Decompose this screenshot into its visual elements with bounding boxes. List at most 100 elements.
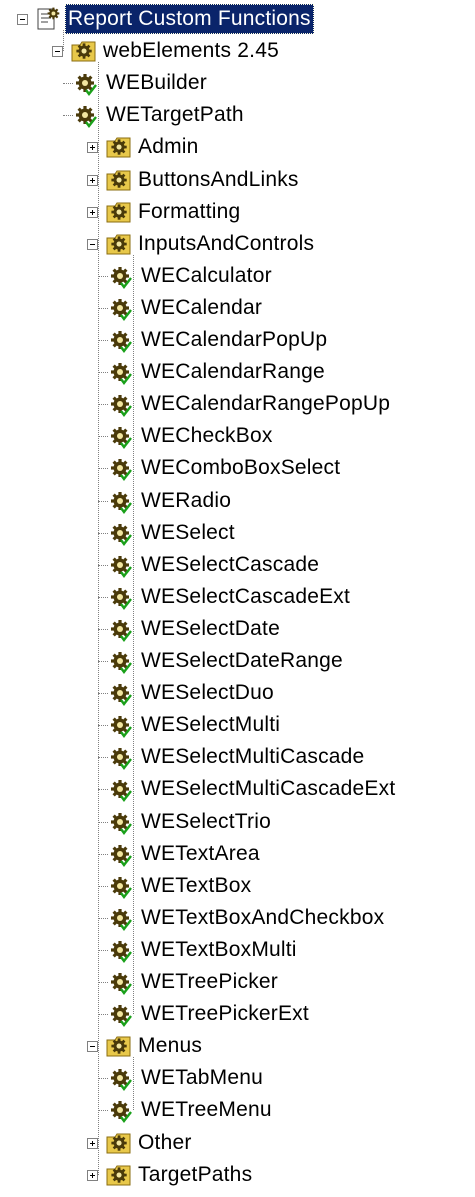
folder-gear-icon [71,38,97,64]
tree-node-label[interactable]: WECalendar [138,293,265,323]
tree-node-label[interactable]: WESelectMultiCascade [138,742,367,772]
tree-node-label[interactable]: TargetPaths [135,1160,255,1190]
tree-node-wecheckbox[interactable]: WECheckBox [0,421,475,451]
tree-node-label[interactable]: InputsAndControls [135,229,317,259]
expand-toggle-icon[interactable] [87,174,98,186]
tree-node-other[interactable]: Other [0,1128,475,1158]
tree-node-weradio[interactable]: WERadio [0,486,475,516]
function-gear-icon [107,327,133,353]
tree-node-wecalendarrangepopup[interactable]: WECalendarRangePopUp [0,389,475,419]
tree-node-wetextboxandcheckbox[interactable]: WETextBoxAndCheckbox [0,903,475,933]
function-gear-icon [107,680,133,707]
report-functions-icon [36,6,62,32]
tree-node-label[interactable]: Report Custom Functions [65,4,314,34]
tree-node-label[interactable]: WEComboBoxSelect [138,453,343,483]
collapse-toggle-icon[interactable] [52,46,63,58]
tree-node-wetextbox[interactable]: WETextBox [0,871,475,901]
function-gear-icon [107,295,133,321]
function-gear-icon [107,488,133,514]
tree-node-weselecttrio[interactable]: WESelectTrio [0,807,475,837]
function-gear-icon [107,1065,133,1092]
tree-node-buttonsandlinks[interactable]: ButtonsAndLinks [0,165,475,195]
tree-node-wetabmenu[interactable]: WETabMenu [0,1063,475,1093]
function-gear-icon [107,552,133,578]
custom-functions-tree[interactable]: Report Custom Functions webElements 2.45 W… [0,0,475,1186]
folder-gear-icon [106,1033,132,1059]
tree-node-weselectmulticascade[interactable]: WESelectMultiCascade [0,742,475,772]
tree-node-wetreemenu[interactable]: WETreeMenu [0,1095,475,1125]
expand-toggle-icon[interactable] [87,142,98,154]
function-gear-icon [72,102,98,129]
tree-node-admin[interactable]: Admin [0,132,475,162]
tree-node-wecalendarrange[interactable]: WECalendarRange [0,357,475,387]
expand-toggle-icon[interactable] [87,1137,98,1149]
tree-node-wetreepickerext[interactable]: WETreePickerExt [0,999,475,1029]
tree-node-label[interactable]: WETreeMenu [138,1095,275,1125]
tree-node-wetreepicker[interactable]: WETreePicker [0,967,475,997]
tree-node-label[interactable]: WECalendarRange [138,357,328,387]
tree-node-label[interactable]: WESelectMultiCascadeExt [138,774,398,804]
tree-node-label[interactable]: WERadio [138,486,234,516]
tree-node-wetextarea[interactable]: WETextArea [0,839,475,869]
tree-node-label[interactable]: WESelectMulti [138,710,283,740]
tree-node-wetargetpath[interactable]: WETargetPath [0,100,475,130]
tree-node-wetextboxmulti[interactable]: WETextBoxMulti [0,935,475,965]
tree-node-label[interactable]: WESelectCascadeExt [138,582,353,612]
tree-node-menus[interactable]: Menus [0,1031,475,1061]
tree-node-weselectmulticascadeext[interactable]: WESelectMultiCascadeExt [0,774,475,804]
tree-node-webuilder[interactable]: WEBuilder [0,68,475,98]
collapse-toggle-icon[interactable] [87,238,98,250]
tree-node-label[interactable]: WETabMenu [138,1063,266,1093]
tree-node-weselectdaterange[interactable]: WESelectDateRange [0,646,475,676]
function-gear-icon [107,616,133,642]
tree-node-formatting[interactable]: Formatting [0,197,475,227]
tree-node-label[interactable]: Formatting [135,197,243,227]
tree-node-wecalculator[interactable]: WECalculator [0,261,475,291]
tree-node-label[interactable]: WECheckBox [138,421,276,451]
function-gear-icon [107,648,133,674]
tree-node-label[interactable]: Admin [135,132,202,162]
function-gear-icon [107,423,133,450]
tree-node-weselectdate[interactable]: WESelectDate [0,614,475,644]
tree-node-label[interactable]: WETextArea [138,839,263,869]
tree-node-label[interactable]: webElements 2.45 [100,36,282,66]
collapse-toggle-icon[interactable] [87,1041,98,1053]
tree-node-webelements-2-45[interactable]: webElements 2.45 [0,36,475,66]
tree-node-label[interactable]: WETreePicker [138,967,281,997]
tree-node-label[interactable]: WETextBoxAndCheckbox [138,903,387,933]
tree-node-weselect[interactable]: WESelect [0,518,475,548]
tree-node-label[interactable]: WESelect [138,518,238,548]
expand-toggle-icon[interactable] [87,206,98,218]
tree-node-targetpaths[interactable]: TargetPaths [0,1160,475,1190]
tree-node-wecalendarpopup[interactable]: WECalendarPopUp [0,325,475,355]
function-gear-icon [107,584,133,610]
tree-node-weselectduo[interactable]: WESelectDuo [0,678,475,708]
expand-toggle-icon[interactable] [87,1169,98,1181]
tree-node-weselectmulti[interactable]: WESelectMulti [0,710,475,740]
tree-node-label[interactable]: WETextBox [138,871,254,901]
function-gear-icon [72,70,98,97]
tree-node-label[interactable]: WECalculator [138,261,275,291]
tree-node-wecalendar[interactable]: WECalendar [0,293,475,323]
tree-node-label[interactable]: Other [135,1128,195,1158]
tree-node-report-custom-functions[interactable]: Report Custom Functions [0,4,475,34]
tree-node-inputsandcontrols[interactable]: InputsAndControls [0,229,475,259]
tree-node-label[interactable]: WESelectCascade [138,550,322,580]
tree-node-label[interactable]: WETargetPath [103,100,247,130]
tree-node-label[interactable]: WESelectTrio [138,807,274,837]
collapse-toggle-icon[interactable] [17,14,28,25]
tree-node-label[interactable]: Menus [135,1031,205,1061]
tree-node-label[interactable]: WESelectDateRange [138,646,346,676]
tree-node-label[interactable]: WETreePickerExt [138,999,312,1029]
tree-node-label[interactable]: WETextBoxMulti [138,935,300,965]
tree-node-label[interactable]: WEBuilder [103,68,210,98]
tree-node-label[interactable]: ButtonsAndLinks [135,165,302,195]
tree-node-label[interactable]: WESelectDuo [138,678,277,708]
tree-node-weselectcascadeext[interactable]: WESelectCascadeExt [0,582,475,612]
tree-node-label[interactable]: WECalendarPopUp [138,325,330,355]
function-gear-icon [107,1001,133,1028]
tree-node-weselectcascade[interactable]: WESelectCascade [0,550,475,580]
tree-node-label[interactable]: WESelectDate [138,614,283,644]
tree-node-label[interactable]: WECalendarRangePopUp [138,389,393,419]
tree-node-wecomboboxselect[interactable]: WEComboBoxSelect [0,453,475,483]
